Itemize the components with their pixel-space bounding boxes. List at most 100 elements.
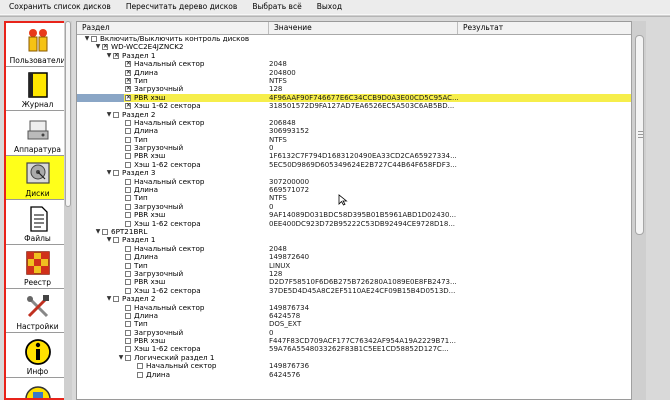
row-checkbox[interactable] (125, 354, 131, 361)
row-checkbox[interactable] (125, 161, 131, 168)
column-header-value[interactable]: Значение (269, 22, 458, 34)
row-value: LINUX (269, 261, 291, 270)
row-checkbox[interactable] (113, 237, 119, 244)
row-checkbox[interactable] (125, 262, 131, 269)
expander-arrow-icon[interactable]: ▼ (117, 354, 125, 362)
sidebar-item-label: Пользователи (9, 56, 66, 65)
sidebar-scrollbar[interactable] (64, 21, 72, 400)
row-checkbox[interactable] (137, 363, 143, 370)
row-checkbox[interactable] (125, 61, 131, 68)
menu-separator (0, 14, 670, 17)
expander-arrow-icon[interactable]: ▼ (105, 169, 113, 177)
sidebar-item-partial[interactable] (6, 378, 69, 398)
table-row[interactable]: Длина 306993152 (77, 126, 637, 135)
row-checkbox[interactable] (125, 270, 131, 277)
row-checkbox[interactable] (113, 111, 119, 118)
row-checkbox[interactable] (125, 94, 131, 101)
expander-arrow-icon[interactable]: ▼ (83, 35, 91, 43)
menu-save-disk-list[interactable]: Сохранить список дисков (0, 0, 117, 14)
row-checkbox[interactable] (125, 220, 131, 227)
row-checkbox[interactable] (125, 77, 131, 84)
right-panel (646, 21, 670, 400)
row-checkbox[interactable] (125, 338, 131, 345)
expander-arrow-icon[interactable]: ▼ (94, 43, 102, 51)
row-checkbox[interactable] (125, 254, 131, 261)
journal-icon (23, 70, 53, 100)
row-checkbox[interactable] (113, 296, 119, 303)
row-checkbox[interactable] (125, 321, 131, 328)
row-checkbox[interactable] (125, 187, 131, 194)
row-value: NTFS (269, 135, 287, 144)
sidebar-item-0[interactable]: Пользователи (6, 23, 69, 67)
row-checkbox[interactable] (102, 44, 108, 51)
table-row[interactable]: Длина 6424578 (77, 311, 637, 320)
table-row[interactable]: Хэш 1-62 сектора 0EE400DC923D72B95222C53D… (77, 219, 637, 228)
table-row[interactable]: Длина 6424576 (77, 370, 637, 379)
sidebar-scroll-thumb[interactable] (65, 21, 71, 207)
row-value: F447F83CD709ACF177C76342AF954A19A2229B71… (269, 337, 456, 346)
row-checkbox[interactable] (125, 128, 131, 135)
row-checkbox[interactable] (125, 245, 131, 252)
row-checkbox[interactable] (125, 195, 131, 202)
tree-rows: ▼Включить/Выключить контроль дисков▼WD-W… (77, 34, 637, 379)
row-checkbox[interactable] (125, 86, 131, 93)
table-row[interactable]: Хэш 1-62 сектора 37DE5D4D45A8C2EF5110AE24… (77, 286, 637, 295)
expander-arrow-icon[interactable]: ▼ (105, 236, 113, 244)
row-checkbox[interactable] (125, 287, 131, 294)
sidebar-item-4[interactable]: Файлы (6, 201, 69, 245)
row-checkbox[interactable] (125, 279, 131, 286)
row-checkbox[interactable] (125, 312, 131, 319)
row-checkbox[interactable] (125, 203, 131, 210)
row-checkbox[interactable] (113, 52, 119, 59)
menu-exit[interactable]: Выход (308, 0, 348, 14)
menu-select-all[interactable]: Выбрать всё (243, 0, 307, 14)
row-checkbox[interactable] (125, 119, 131, 126)
table-row[interactable]: Начальный сектор 149876734 (77, 303, 637, 312)
row-checkbox[interactable] (102, 228, 108, 235)
row-checkbox[interactable] (125, 145, 131, 152)
row-value: 149876736 (269, 362, 310, 371)
column-header-section[interactable]: Раздел (77, 22, 269, 34)
sidebar-item-label: Реестр (23, 278, 51, 287)
sidebar-item-3[interactable]: Диски (6, 156, 69, 200)
row-checkbox[interactable] (137, 371, 143, 378)
row-checkbox[interactable] (113, 170, 119, 177)
row-checkbox[interactable] (125, 304, 131, 311)
row-value: NTFS (269, 76, 287, 85)
table-row[interactable]: Длина 149872640 (77, 252, 637, 261)
row-checkbox[interactable] (125, 136, 131, 143)
table-row[interactable]: Длина 669571072 (77, 185, 637, 194)
row-checkbox[interactable] (125, 346, 131, 353)
sidebar-item-5[interactable]: Реестр (6, 245, 69, 289)
sidebar-item-label: Аппаратура (13, 145, 62, 154)
table-scrollbar[interactable] (631, 21, 646, 400)
table-scroll-thumb[interactable] (635, 35, 644, 235)
expander-arrow-icon[interactable]: ▼ (105, 52, 113, 60)
expander-arrow-icon[interactable]: ▼ (105, 111, 113, 119)
table-row[interactable]: ▼WD-WCC2E4JZNCK2 (77, 42, 637, 51)
table-row[interactable]: Хэш 1-62 сектора318501572D9FA127AD7EA652… (77, 101, 637, 110)
table-row[interactable]: Хэш 1-62 сектора 5EC50D9869D605349624E2B7… (77, 160, 637, 169)
row-checkbox[interactable] (125, 329, 131, 336)
row-checkbox[interactable] (125, 153, 131, 160)
table-row[interactable]: Длина204800 (77, 68, 637, 77)
expander-arrow-icon[interactable]: ▼ (105, 295, 113, 303)
table-row[interactable]: ▼ 6PT21BRL (77, 227, 637, 236)
menu-recalculate-tree[interactable]: Пересчитать дерево дисков (117, 0, 244, 14)
table-row[interactable]: Начальный сектор 307200000 (77, 177, 637, 186)
sidebar-item-6[interactable]: Настройки (6, 289, 69, 333)
row-checkbox[interactable] (125, 178, 131, 185)
sidebar-item-2[interactable]: Аппаратура (6, 112, 69, 156)
row-checkbox[interactable] (125, 103, 131, 110)
sidebar-item-1[interactable]: Журнал (6, 67, 69, 111)
table-row[interactable]: Начальный сектор2048 (77, 59, 637, 68)
row-value: 59A76A5548033262F83B1C5EE1CD58852D127C..… (269, 345, 449, 354)
sidebar-item-7[interactable]: Инфо (6, 334, 69, 378)
expander-arrow-icon[interactable]: ▼ (94, 228, 102, 236)
table-row[interactable]: Начальный сектор2048 (77, 244, 637, 253)
column-header-result[interactable]: Результат (458, 22, 637, 34)
row-checkbox[interactable] (125, 212, 131, 219)
row-checkbox[interactable] (125, 69, 131, 76)
row-checkbox[interactable] (91, 36, 97, 42)
table-row[interactable]: Начальный сектор 206848 (77, 118, 637, 127)
